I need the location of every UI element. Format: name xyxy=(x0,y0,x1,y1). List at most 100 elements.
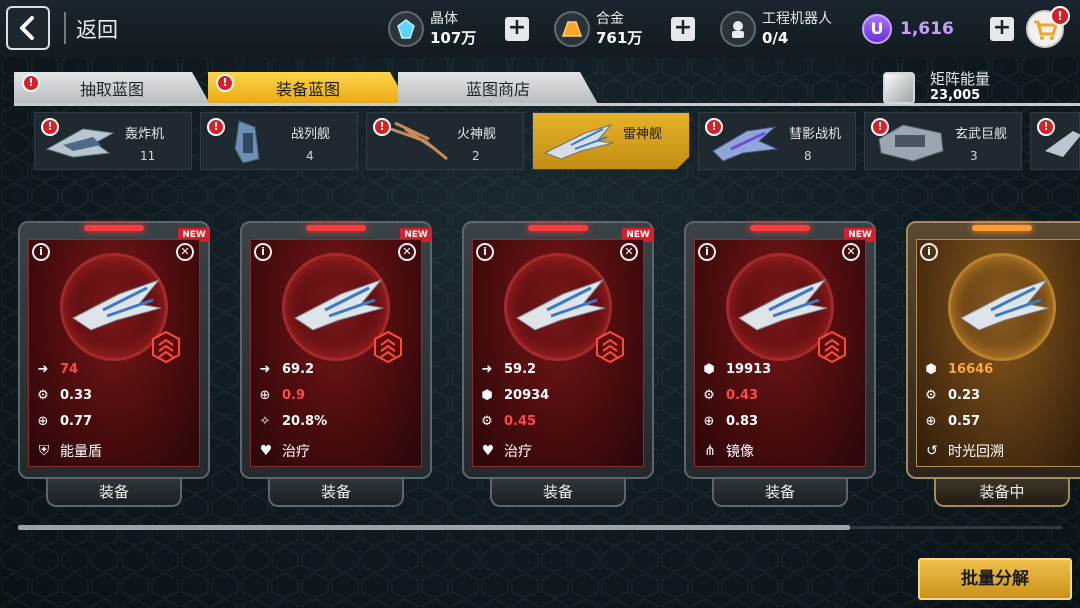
close-icon[interactable]: ✕ xyxy=(620,243,638,261)
stat-row: ✧ 20.8% xyxy=(256,411,328,431)
info-icon[interactable]: i xyxy=(476,243,494,261)
stat-value: 0.33 xyxy=(60,387,93,403)
equip-button[interactable]: 装备 xyxy=(712,479,848,507)
rank-chevron-icon xyxy=(596,331,624,363)
blueprint-card[interactable]: NEW i ✕ ➜ 74 ⚙ 0.33 ⊕ 0.77 ⛨ 能量盾 装备 xyxy=(18,221,210,507)
add-alloy-button[interactable]: + xyxy=(671,17,695,41)
gear-icon: ⚙ xyxy=(925,387,937,403)
close-icon[interactable]: ✕ xyxy=(842,243,860,261)
scrollbar-thumb[interactable] xyxy=(18,525,850,530)
close-icon[interactable]: ✕ xyxy=(398,243,416,261)
alert-badge: ! xyxy=(41,118,59,136)
ship-type-label: 战列舰 xyxy=(291,127,331,142)
ship-type-bomber[interactable]: ! 轰炸机 11 xyxy=(34,112,192,170)
matrix-cube-icon xyxy=(883,72,915,104)
ship-type-count: 2 xyxy=(472,149,480,163)
ship-type-next[interactable]: ! xyxy=(1030,112,1080,170)
tab-equip-blueprint[interactable]: ! 装备蓝图 xyxy=(208,72,408,104)
skill-label: 治疗 xyxy=(504,444,532,460)
robot-icon xyxy=(720,11,756,47)
add-crystal-button[interactable]: + xyxy=(505,17,529,41)
ship-type-label: 玄武巨舰 xyxy=(955,127,1008,142)
stat-value: 69.2 xyxy=(282,361,315,377)
skill-row: ♥ 治疗 xyxy=(478,441,532,461)
stat-value: 0.77 xyxy=(60,413,93,429)
back-label: 返回 xyxy=(76,18,118,42)
stat-row: ➜ 74 xyxy=(34,359,79,379)
hexagon-icon: ⬢ xyxy=(703,361,715,377)
gear-icon: ⚙ xyxy=(703,387,715,403)
ship-type-label: 轰炸机 xyxy=(125,127,165,142)
stat-row: ⊕ 0.83 xyxy=(700,411,759,431)
equipped-button[interactable]: 装备中 xyxy=(934,479,1070,507)
crystal-icon xyxy=(388,11,424,47)
ship-partial-icon xyxy=(1045,131,1080,157)
ship-type-count: 11 xyxy=(140,149,156,163)
matrix-energy-value: 23,005 xyxy=(930,88,981,103)
gear-icon: ⚙ xyxy=(37,387,49,403)
stat-row: ⬢ 16646 xyxy=(922,359,993,379)
tab-label: 装备蓝图 xyxy=(275,80,340,99)
top-bar: 返回 晶体 107万 + 合金 761万 + 工程机器人 0/4 U 1,616… xyxy=(0,0,1080,58)
crosshair-icon: ⊕ xyxy=(37,413,49,429)
blueprint-card[interactable]: NEW i ✕ ➜ 59.2 ⬢ 20934 ⚙ 0.45 ♥ 治疗 装备 xyxy=(462,221,654,507)
stat-row: ➜ 69.2 xyxy=(256,359,315,379)
thor-ship-icon xyxy=(960,278,1050,331)
ship-portrait xyxy=(948,253,1056,361)
time-rewind-icon: ↺ xyxy=(926,443,938,459)
alert-badge: ! xyxy=(705,118,723,136)
ship-type-battleship[interactable]: ! 战列舰 4 xyxy=(200,112,358,170)
card-glow xyxy=(528,225,588,231)
back-button[interactable] xyxy=(6,6,50,50)
stat-value: 16646 xyxy=(948,361,994,377)
info-icon[interactable]: i xyxy=(698,243,716,261)
stat-row: ➜ 59.2 xyxy=(478,359,537,379)
stat-value: 0.9 xyxy=(282,387,306,403)
info-icon[interactable]: i xyxy=(920,243,938,261)
matrix-energy-label: 矩阵能量 xyxy=(930,70,991,88)
resource-robot: 工程机器人 0/4 xyxy=(720,8,832,50)
blueprint-card-equipped[interactable]: i ⬢ 16646 ⚙ 0.23 ⊕ 0.57 ↺ 时光回溯 装备中 xyxy=(906,221,1080,507)
stat-row: ⚙ 0.45 xyxy=(478,411,536,431)
close-icon[interactable]: ✕ xyxy=(176,243,194,261)
equip-button[interactable]: 装备 xyxy=(268,479,404,507)
skill-label: 镜像 xyxy=(726,444,754,460)
ship-type-comet-fighter[interactable]: ! 彗影战机 8 xyxy=(698,112,856,170)
rank-chevron-icon xyxy=(374,331,402,363)
thor-ship-icon xyxy=(294,278,384,331)
stat-row: ⚙ 0.33 xyxy=(34,385,92,405)
info-icon[interactable]: i xyxy=(32,243,50,261)
blueprint-card[interactable]: NEW i ✕ ⬢ 19913 ⚙ 0.43 ⊕ 0.83 ⋔ 镜像 装备 xyxy=(684,221,876,507)
ship-type-xuanwu[interactable]: ! 玄武巨舰 3 xyxy=(864,112,1022,170)
add-coin-button[interactable]: + xyxy=(990,17,1014,41)
info-icon[interactable]: i xyxy=(254,243,272,261)
u-coin-icon: U xyxy=(862,14,892,44)
heal-icon: ♥ xyxy=(481,443,495,459)
alert-badge: ! xyxy=(22,74,40,92)
rank-chevron-icon xyxy=(152,331,180,363)
stat-value: 74 xyxy=(60,361,79,377)
resource-alloy: 合金 761万 xyxy=(554,8,642,50)
batch-decompose-button[interactable]: 批量分解 xyxy=(918,558,1072,600)
crosshair-icon: ⊕ xyxy=(703,413,715,429)
ship-type-thor[interactable]: 雷神舰 xyxy=(532,112,690,170)
blueprint-card[interactable]: NEW i ✕ ➜ 69.2 ⊕ 0.9 ✧ 20.8% ♥ 治疗 装备 xyxy=(240,221,432,507)
tab-label: 蓝图商店 xyxy=(465,80,530,99)
crosshair-icon: ⊕ xyxy=(925,413,937,429)
alert-badge: ! xyxy=(207,118,225,136)
tab-draw-blueprint[interactable]: ! 抽取蓝图 xyxy=(14,72,210,104)
resource-crystal: 晶体 107万 xyxy=(388,8,476,50)
equip-button[interactable]: 装备 xyxy=(490,479,626,507)
equip-button[interactable]: 装备 xyxy=(46,479,182,507)
ship-type-vulcan[interactable]: ! 火神舰 2 xyxy=(366,112,524,170)
stat-value: 19913 xyxy=(726,361,772,377)
card-glow xyxy=(972,225,1032,231)
thor-ship-icon xyxy=(541,119,615,165)
stat-row: ⬢ 19913 xyxy=(700,359,771,379)
tab-blueprint-shop[interactable]: 蓝图商店 xyxy=(398,72,598,104)
speed-arrow-icon: ➜ xyxy=(481,361,493,377)
skill-row: ⋔ 镜像 xyxy=(700,441,754,461)
speed-arrow-icon: ➜ xyxy=(259,361,271,377)
chevron-left-icon xyxy=(20,16,34,40)
stat-value: 0.57 xyxy=(948,413,981,429)
